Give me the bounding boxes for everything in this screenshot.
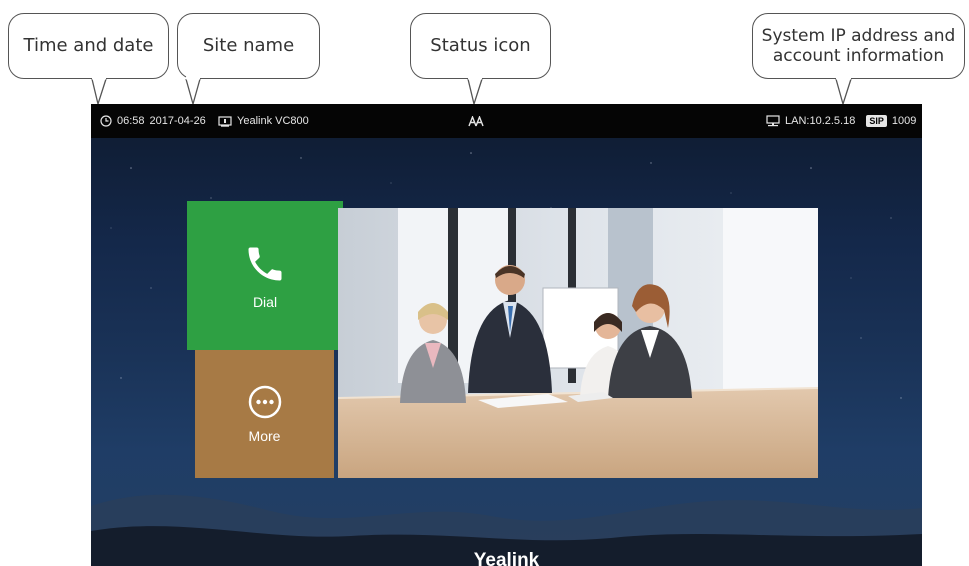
lan-address: LAN:10.2.5.18 bbox=[785, 115, 856, 127]
conference-room-photo bbox=[338, 208, 818, 478]
status-bar: 06:58 2017-04-26 Yealink VC800 LAN:10.2.… bbox=[91, 104, 922, 138]
callout-system-ip: System IP address and account informatio… bbox=[752, 13, 965, 79]
more-label: More bbox=[248, 428, 281, 444]
status-time: 06:58 bbox=[117, 115, 145, 127]
callout-status-icon: Status icon bbox=[410, 13, 551, 79]
callout-system-ip-text: System IP address and account informatio… bbox=[762, 26, 956, 67]
more-icon bbox=[248, 385, 281, 419]
callout-time-and-date-text: Time and date bbox=[23, 35, 154, 57]
site-name-group: Yealink VC800 bbox=[218, 104, 309, 138]
sip-account: 1009 bbox=[891, 115, 917, 127]
callout-time-and-date: Time and date bbox=[8, 13, 169, 79]
dial-tile[interactable]: Dial bbox=[187, 201, 343, 350]
status-icon-group[interactable] bbox=[468, 104, 484, 138]
callout-system-ip-line2: account information bbox=[772, 46, 945, 66]
site-icon bbox=[218, 115, 232, 127]
system-ip-group: LAN:10.2.5.18 SIP 1009 bbox=[766, 104, 916, 138]
callout-system-ip-line1: System IP address and bbox=[761, 25, 956, 46]
brand-logo: Yealink bbox=[473, 550, 540, 566]
dial-label: Dial bbox=[252, 293, 278, 310]
phone-icon bbox=[248, 247, 282, 280]
callout-site-name-text: Site name bbox=[202, 35, 295, 57]
callout-site-name: Site name bbox=[177, 13, 320, 79]
clock-icon bbox=[100, 115, 112, 127]
auto-answer-status-icon[interactable] bbox=[468, 115, 484, 127]
network-icon bbox=[766, 115, 780, 127]
device-screen: 06:58 2017-04-26 Yealink VC800 LAN:10.2.… bbox=[91, 104, 922, 566]
callout-status-icon-text: Status icon bbox=[430, 35, 531, 57]
status-date: 2017-04-26 bbox=[149, 115, 206, 127]
sip-badge: SIP bbox=[866, 115, 887, 127]
time-date-group: 06:58 2017-04-26 bbox=[100, 104, 206, 138]
site-name: Yealink VC800 bbox=[237, 115, 309, 127]
more-tile[interactable]: More bbox=[195, 350, 334, 478]
